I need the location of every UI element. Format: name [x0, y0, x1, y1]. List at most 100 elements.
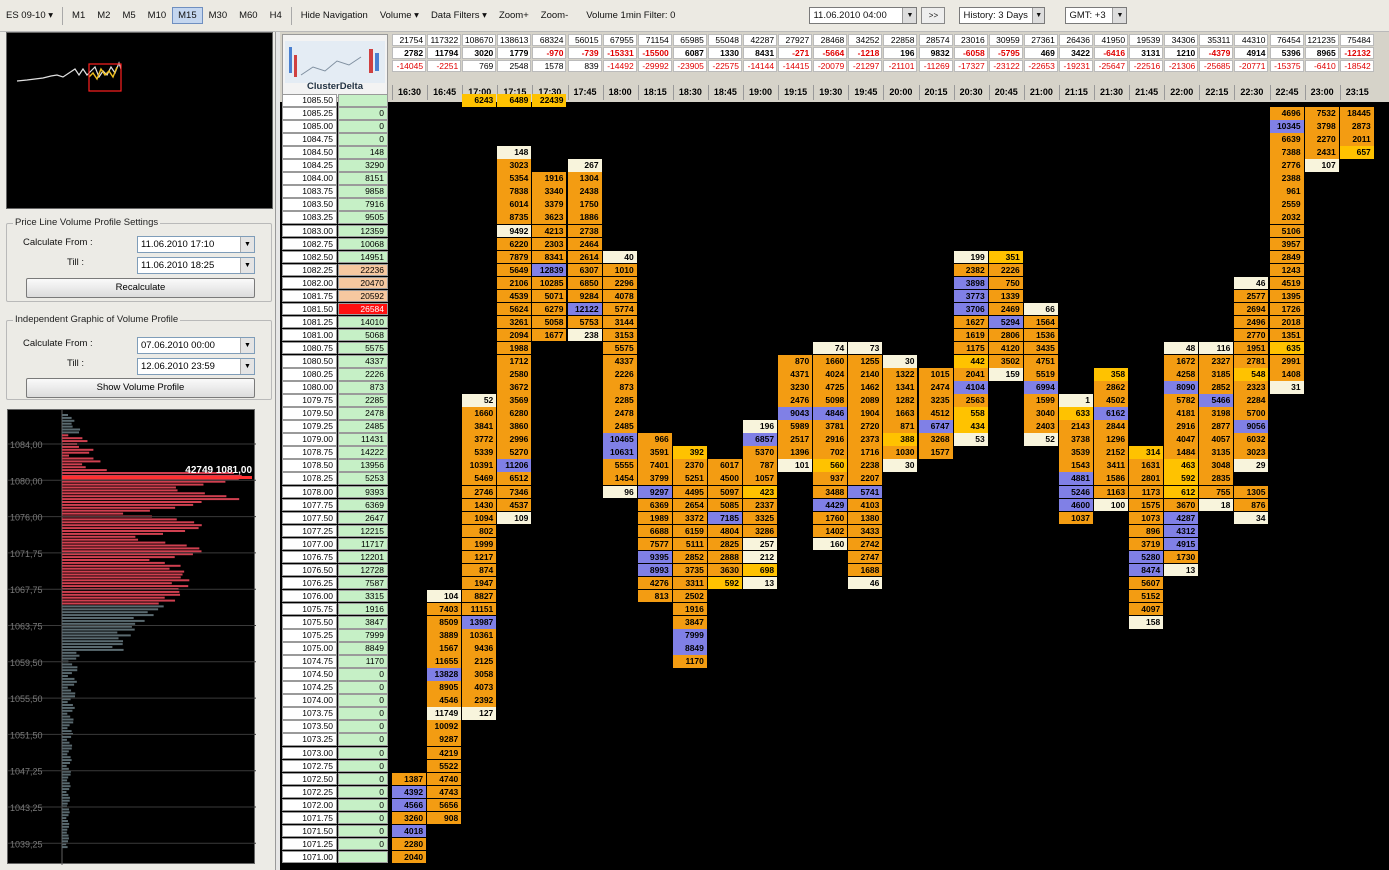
cluster-cell[interactable]: 635 — [1269, 341, 1304, 355]
cluster-cell[interactable]: 6280 — [497, 407, 532, 420]
cluster-cell[interactable]: 2226 — [602, 368, 637, 381]
history-select[interactable]: History: 3 Days ▼ — [959, 7, 1046, 24]
cluster-cell[interactable]: 1430 — [462, 498, 497, 512]
cluster-cell[interactable]: 4539 — [497, 289, 532, 303]
cluster-cell[interactable]: 4276 — [637, 576, 672, 590]
cluster-cell[interactable]: 3235 — [918, 394, 953, 407]
timeframe-m30[interactable]: M30 — [203, 7, 233, 24]
cluster-cell[interactable]: 104 — [427, 589, 462, 603]
cluster-cell[interactable]: 3539 — [1058, 446, 1093, 459]
cluster-cell[interactable]: 3630 — [707, 563, 742, 577]
cluster-cell[interactable]: 4429 — [813, 498, 848, 512]
column-time-header[interactable]: 19:15 — [778, 85, 813, 100]
cluster-cell[interactable]: 3670 — [1164, 498, 1199, 512]
cluster-cell[interactable]: 2280 — [392, 837, 427, 851]
cluster-cell[interactable]: 2825 — [707, 537, 742, 551]
cluster-cell[interactable]: 46 — [848, 576, 883, 590]
cluster-cell[interactable]: 2469 — [988, 302, 1023, 316]
cluster-cell[interactable]: 6159 — [672, 524, 707, 538]
cluster-cell[interactable]: 3048 — [1199, 459, 1234, 472]
cluster-cell[interactable]: 1030 — [883, 446, 918, 459]
cluster-cell[interactable]: 698 — [743, 563, 778, 577]
cluster-cell[interactable]: 1282 — [883, 394, 918, 407]
cluster-cell[interactable]: 3502 — [988, 355, 1023, 368]
column-time-header[interactable]: 19:30 — [813, 85, 848, 100]
cluster-cell[interactable]: 1408 — [1269, 368, 1304, 381]
cluster-cell[interactable]: 196 — [743, 420, 778, 433]
cluster-cell[interactable]: 12122 — [567, 302, 602, 316]
cluster-cell[interactable]: 257 — [743, 537, 778, 551]
cluster-cell[interactable]: 3185 — [1199, 368, 1234, 381]
cluster-cell[interactable]: 2801 — [1129, 472, 1164, 485]
cluster-cell[interactable]: 3623 — [532, 211, 567, 224]
cluster-cell[interactable]: 3379 — [532, 198, 567, 211]
cluster-cell[interactable]: 10092 — [427, 720, 462, 733]
cluster-cell[interactable]: 3569 — [497, 394, 532, 407]
cluster-cell[interactable]: 2770 — [1234, 328, 1269, 342]
cluster-cell[interactable]: 1904 — [848, 407, 883, 420]
cluster-cell[interactable]: 1462 — [848, 381, 883, 394]
cluster-cell[interactable]: 2392 — [462, 694, 497, 707]
cluster-cell[interactable]: 2654 — [672, 498, 707, 512]
cluster-cell[interactable]: 10345 — [1269, 120, 1304, 133]
cluster-cell[interactable]: 434 — [953, 420, 988, 433]
cluster-cell[interactable]: 1536 — [1023, 328, 1058, 342]
cluster-cell[interactable]: 1564 — [1023, 315, 1058, 329]
cluster-cell[interactable]: 2888 — [707, 550, 742, 564]
cluster-cell[interactable]: 3144 — [602, 315, 637, 329]
cluster-cell[interactable]: 3781 — [813, 420, 848, 433]
cluster-cell[interactable]: 48 — [1164, 341, 1199, 355]
cluster-cell[interactable]: 5354 — [497, 172, 532, 185]
cluster-cell[interactable]: 2018 — [1269, 315, 1304, 329]
cluster-cell[interactable]: 6243 — [462, 94, 497, 107]
cluster-cell[interactable]: 1175 — [953, 341, 988, 355]
cluster-cell[interactable]: 5058 — [532, 315, 567, 329]
cluster-cell[interactable]: 2337 — [743, 498, 778, 512]
cluster-cell[interactable]: 5246 — [1058, 485, 1093, 499]
cluster-cell[interactable]: 6162 — [1094, 407, 1129, 420]
cluster-cell[interactable]: 1163 — [1094, 485, 1129, 499]
cluster-cell[interactable]: 10465 — [602, 433, 637, 446]
cluster-cell[interactable]: 2207 — [848, 472, 883, 485]
cluster-cell[interactable]: 4512 — [918, 407, 953, 420]
cluster-cell[interactable]: 13987 — [462, 616, 497, 629]
cluster-cell[interactable]: 4502 — [1094, 394, 1129, 407]
cluster-cell[interactable]: 1631 — [1129, 459, 1164, 472]
cluster-cell[interactable]: 2438 — [567, 185, 602, 198]
cluster-cell[interactable]: 2370 — [672, 459, 707, 472]
cluster-cell[interactable]: 4751 — [1023, 355, 1058, 368]
timeframe-h4[interactable]: H4 — [264, 7, 288, 24]
go-button[interactable]: >> — [921, 7, 946, 24]
cluster-cell[interactable]: 5656 — [427, 798, 462, 812]
cluster-cell[interactable]: 2747 — [848, 550, 883, 564]
instrument-dropdown[interactable]: ES 09-10 ▾ — [0, 7, 59, 24]
cluster-cell[interactable]: 159 — [988, 368, 1023, 381]
cluster-cell[interactable]: 5649 — [497, 263, 532, 277]
cluster-cell[interactable]: 2143 — [1058, 420, 1093, 433]
cluster-cell[interactable]: 2032 — [1269, 211, 1304, 224]
cluster-cell[interactable]: 1677 — [532, 328, 567, 342]
cluster-cell[interactable]: 4500 — [707, 472, 742, 485]
cluster-cell[interactable]: 351 — [988, 250, 1023, 264]
cluster-cell[interactable]: 1916 — [532, 172, 567, 185]
cluster-cell[interactable]: 4120 — [988, 341, 1023, 355]
cluster-cell[interactable]: 5370 — [743, 446, 778, 459]
cluster-cell[interactable]: 870 — [778, 355, 813, 368]
cluster-cell[interactable]: 2125 — [462, 655, 497, 668]
cluster-cell[interactable]: 1712 — [497, 355, 532, 368]
cluster-cell[interactable]: 5519 — [1023, 368, 1058, 381]
cluster-cell[interactable]: 1750 — [567, 198, 602, 211]
cluster-cell[interactable]: 127 — [462, 707, 497, 720]
cluster-cell[interactable]: 9395 — [637, 550, 672, 564]
cluster-cell[interactable]: 3230 — [778, 381, 813, 394]
cluster-cell[interactable]: 3372 — [672, 511, 707, 525]
cluster-cell[interactable]: 96 — [602, 485, 637, 499]
cluster-cell[interactable]: 3898 — [953, 276, 988, 290]
column-time-header[interactable]: 21:15 — [1058, 85, 1093, 100]
cluster-cell[interactable]: 1305 — [1234, 485, 1269, 499]
cluster-cell[interactable]: 961 — [1269, 185, 1304, 198]
cluster-cell[interactable]: 966 — [637, 433, 672, 446]
cluster-cell[interactable]: 1567 — [427, 642, 462, 655]
cluster-cell[interactable]: 3311 — [672, 576, 707, 590]
cluster-cell[interactable]: 46 — [1234, 276, 1269, 290]
